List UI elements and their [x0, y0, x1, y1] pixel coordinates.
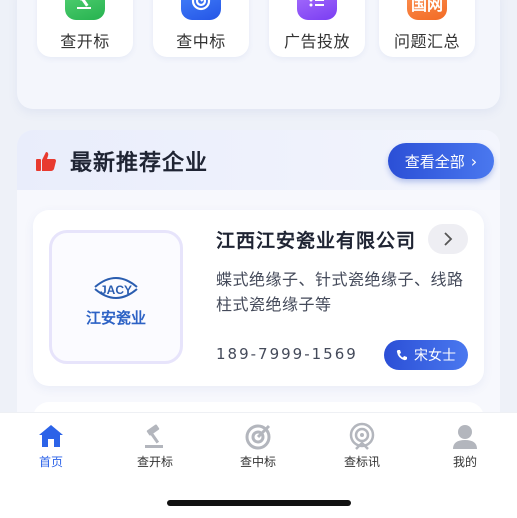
user-icon: [453, 425, 477, 449]
company-description: 蝶式绝缘子、针式瓷绝缘子、线路柱式瓷绝缘子等: [216, 270, 464, 314]
tab-label: 我的: [452, 455, 477, 469]
chevron-right-icon: [444, 232, 453, 246]
quick-entry-wenti[interactable]: 国网 问题汇总: [379, 0, 475, 57]
quick-entry-label: 查开标: [60, 32, 110, 51]
tab-biaoxun[interactable]: 查标讯: [327, 421, 397, 470]
gavel-icon: [145, 424, 163, 448]
jacy-logo-icon: JACY 江安瓷业: [86, 277, 146, 327]
quick-entry-label: 广告投放: [283, 32, 350, 51]
quick-entry-panel: 查开标 查中标 广告投放 国网 问题汇总: [17, 0, 500, 109]
recommend-header: 最新推荐企业 查看全部 ›: [17, 130, 500, 190]
contact-button[interactable]: 宋女士: [384, 340, 468, 370]
gavel-icon: [65, 0, 105, 20]
company-phone: 189-7999-1569: [216, 345, 358, 363]
svg-text:JACY: JACY: [100, 283, 132, 297]
tab-label: 查标讯: [343, 455, 380, 469]
company-logo: JACY 江安瓷业: [49, 230, 183, 364]
chevron-right-icon: ›: [470, 151, 478, 171]
tab-label: 首页: [38, 455, 63, 469]
target-icon: [181, 0, 221, 20]
home-indicator: [167, 500, 351, 506]
contact-name: 宋女士: [414, 348, 456, 364]
quick-entry-label: 查中标: [176, 32, 226, 51]
view-all-button[interactable]: 查看全部 ›: [388, 143, 494, 179]
recommend-section: 最新推荐企业 查看全部 › JACY 江安瓷业 江西江安瓷业有限公司 蝶式绝缘子…: [17, 130, 500, 442]
quick-entry-guanggao[interactable]: 广告投放: [269, 0, 365, 57]
tab-label: 查中标: [239, 455, 276, 469]
company-card[interactable]: JACY 江安瓷业 江西江安瓷业有限公司 蝶式绝缘子、针式瓷绝缘子、线路柱式瓷绝…: [33, 210, 484, 386]
svg-text:江安瓷业: 江安瓷业: [86, 309, 146, 327]
home-icon: [39, 425, 63, 447]
tab-label: 查开标: [136, 455, 173, 469]
thumbs-up-icon: [36, 152, 56, 171]
quick-entry-kaibiao[interactable]: 查开标: [37, 0, 133, 57]
tab-kaibiao[interactable]: 查开标: [120, 421, 190, 470]
tab-mine[interactable]: 我的: [430, 421, 500, 470]
tab-zhongbiao[interactable]: 查中标: [223, 421, 293, 470]
phone-icon: [396, 350, 407, 361]
recommend-title: 最新推荐企业: [70, 151, 209, 176]
company-name: 江西江安瓷业有限公司: [216, 230, 417, 252]
target-icon: [245, 424, 271, 450]
list-icon: [297, 0, 337, 20]
view-all-label: 查看全部: [404, 152, 465, 171]
guowang-icon: 国网: [407, 0, 447, 20]
tab-home[interactable]: 首页: [16, 421, 86, 470]
company-detail-button[interactable]: [428, 224, 468, 254]
quick-entry-label: 问题汇总: [393, 32, 460, 51]
radar-icon: [349, 422, 375, 450]
quick-entry-zhongbiao[interactable]: 查中标: [153, 0, 249, 57]
